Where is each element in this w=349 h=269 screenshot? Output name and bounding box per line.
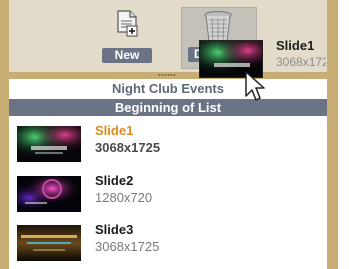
resize-grip[interactable] — [158, 73, 176, 77]
new-button[interactable]: New — [98, 7, 156, 69]
list-item[interactable]: Slide2 1280x720 — [9, 172, 327, 222]
slide-dimensions: 1280x720 — [95, 190, 153, 205]
right-frame-border — [327, 0, 338, 269]
slide-title: Slide2 — [95, 173, 134, 188]
slide-thumbnail — [17, 176, 81, 212]
list-item[interactable]: Slide1 3068x1725 — [9, 122, 327, 172]
slide-dimensions: 3068x1725 — [95, 140, 161, 155]
trash-icon — [204, 11, 232, 43]
mouse-pointer-icon — [245, 71, 265, 101]
new-button-label: New — [102, 48, 152, 63]
new-document-icon — [117, 10, 138, 37]
beginning-of-list-marker: Beginning of List — [9, 99, 327, 116]
slide-title: Slide1 — [95, 123, 134, 138]
left-frame-border — [0, 0, 9, 269]
drag-preview-title: Slide1 — [276, 38, 315, 53]
slide-thumbnail — [17, 225, 81, 261]
slide-info: Slide1 3068x1725 — [95, 122, 160, 156]
slide-title: Slide3 — [95, 222, 134, 237]
slide-info: Slide2 1280x720 — [95, 172, 152, 206]
slide-info: Slide3 3068x1725 — [95, 221, 159, 255]
slide-thumbnail — [17, 126, 81, 162]
drag-preview-caption: Slide1 3068x1725 — [276, 38, 326, 70]
slide-dimensions: 3068x1725 — [95, 239, 160, 254]
drag-preview-dimensions: 3068x1725 — [276, 55, 326, 69]
list-item[interactable]: Slide3 3068x1725 — [9, 221, 327, 269]
list-title: Night Club Events — [9, 80, 327, 98]
